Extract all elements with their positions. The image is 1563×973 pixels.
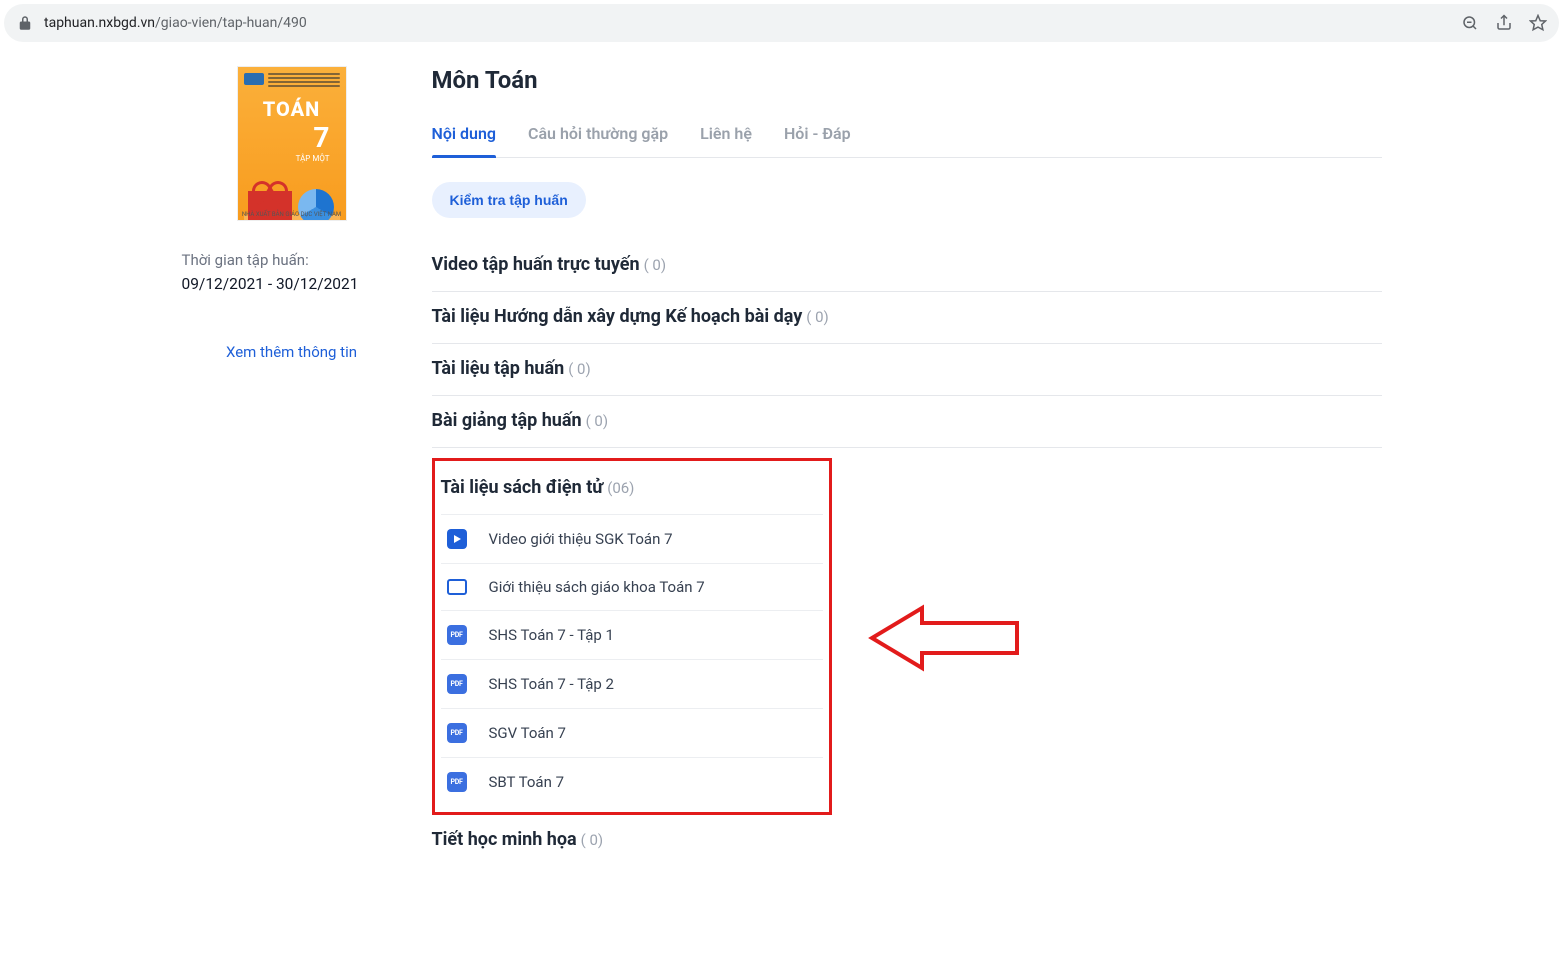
ebook-item-label: SHS Toán 7 - Tập 2 (489, 675, 614, 693)
book-cover-volume: TẬP MỘT (244, 154, 340, 163)
section-guide[interactable]: Tài liệu Hướng dẫn xây dựng Kế hoạch bài… (432, 292, 1382, 344)
ebook-item[interactable]: PDF SGV Toán 7 (441, 708, 823, 757)
ebook-item[interactable]: PDF SHS Toán 7 - Tập 1 (441, 610, 823, 659)
training-time-label: Thời gian tập huấn: (182, 251, 402, 269)
publisher-logo-icon (244, 73, 264, 85)
book-cover: TOÁN 7 TẬP MỘT NHÀ XUẤT BẢN GIÁO DỤC VIỆ… (237, 66, 347, 221)
section-ebooks-highlighted: Tài liệu sách điện tử (06) Video giới th… (432, 458, 832, 815)
pdf-icon: PDF (447, 625, 467, 645)
book-cover-title: TOÁN (244, 97, 340, 121)
main-content: Môn Toán Nội dung Câu hỏi thường gặp Liê… (432, 66, 1382, 866)
video-icon (447, 529, 467, 549)
exam-button[interactable]: Kiểm tra tập huấn (432, 182, 586, 218)
section-materials[interactable]: Tài liệu tập huấn ( 0) (432, 344, 1382, 396)
url-text[interactable]: taphuan.nxbgd.vn/giao-vien/tap-huan/490 (44, 15, 307, 31)
browser-url-bar: taphuan.nxbgd.vn/giao-vien/tap-huan/490 (4, 4, 1559, 42)
section-title: Tài liệu Hướng dẫn xây dựng Kế hoạch bài… (432, 306, 803, 327)
share-icon[interactable] (1495, 14, 1513, 32)
pdf-icon: PDF (447, 772, 467, 792)
section-count: ( 0) (568, 360, 591, 378)
section-title: Tiết học minh họa (432, 829, 577, 850)
section-title: Bài giảng tập huấn (432, 410, 582, 431)
book-cover-grade: 7 (244, 121, 340, 154)
section-title: Tài liệu sách điện tử (441, 477, 604, 498)
ebook-item-label: Giới thiệu sách giáo khoa Toán 7 (489, 578, 705, 596)
ebook-item[interactable]: Video giới thiệu SGK Toán 7 (441, 514, 823, 563)
section-lectures[interactable]: Bài giảng tập huấn ( 0) (432, 396, 1382, 448)
ebook-item-label: Video giới thiệu SGK Toán 7 (489, 530, 673, 548)
tab-contact[interactable]: Liên hệ (700, 114, 752, 157)
more-info-link[interactable]: Xem thêm thông tin (226, 343, 357, 361)
tab-qa[interactable]: Hỏi - Đáp (784, 114, 851, 157)
ebook-item-label: SBT Toán 7 (489, 773, 565, 791)
section-count: ( 0) (581, 831, 604, 849)
section-count: (06) (607, 479, 634, 497)
ebook-item-label: SGV Toán 7 (489, 724, 566, 742)
ebook-item[interactable]: PDF SHS Toán 7 - Tập 2 (441, 659, 823, 708)
tab-content[interactable]: Nội dung (432, 114, 496, 157)
ebook-item[interactable]: PDF SBT Toán 7 (441, 757, 823, 806)
section-sample-lesson[interactable]: Tiết học minh họa ( 0) (432, 815, 1382, 866)
section-count: ( 0) (806, 308, 829, 326)
tab-faq[interactable]: Câu hỏi thường gặp (528, 114, 668, 157)
section-count: ( 0) (644, 256, 667, 274)
star-icon[interactable] (1529, 14, 1547, 32)
sidebar: TOÁN 7 TẬP MỘT NHÀ XUẤT BẢN GIÁO DỤC VIỆ… (182, 66, 402, 866)
ebook-item[interactable]: Giới thiệu sách giáo khoa Toán 7 (441, 563, 823, 610)
section-video-online[interactable]: Video tập huấn trực tuyến ( 0) (432, 240, 1382, 292)
zoom-out-icon[interactable] (1461, 14, 1479, 32)
pdf-icon: PDF (447, 674, 467, 694)
training-dates: 09/12/2021 - 30/12/2021 (182, 275, 402, 293)
section-title: Tài liệu tập huấn (432, 358, 565, 379)
section-count: ( 0) (586, 412, 609, 430)
annotation-arrow-icon (862, 603, 1022, 677)
slide-icon (447, 579, 467, 595)
tabs: Nội dung Câu hỏi thường gặp Liên hệ Hỏi … (432, 114, 1382, 158)
book-cover-publisher: NHÀ XUẤT BẢN GIÁO DỤC VIỆT NAM (238, 211, 346, 218)
section-title: Video tập huấn trực tuyến (432, 254, 640, 275)
page-title: Môn Toán (432, 66, 1382, 94)
lock-icon (16, 14, 34, 32)
pdf-icon: PDF (447, 723, 467, 743)
ebook-item-label: SHS Toán 7 - Tập 1 (489, 626, 614, 644)
